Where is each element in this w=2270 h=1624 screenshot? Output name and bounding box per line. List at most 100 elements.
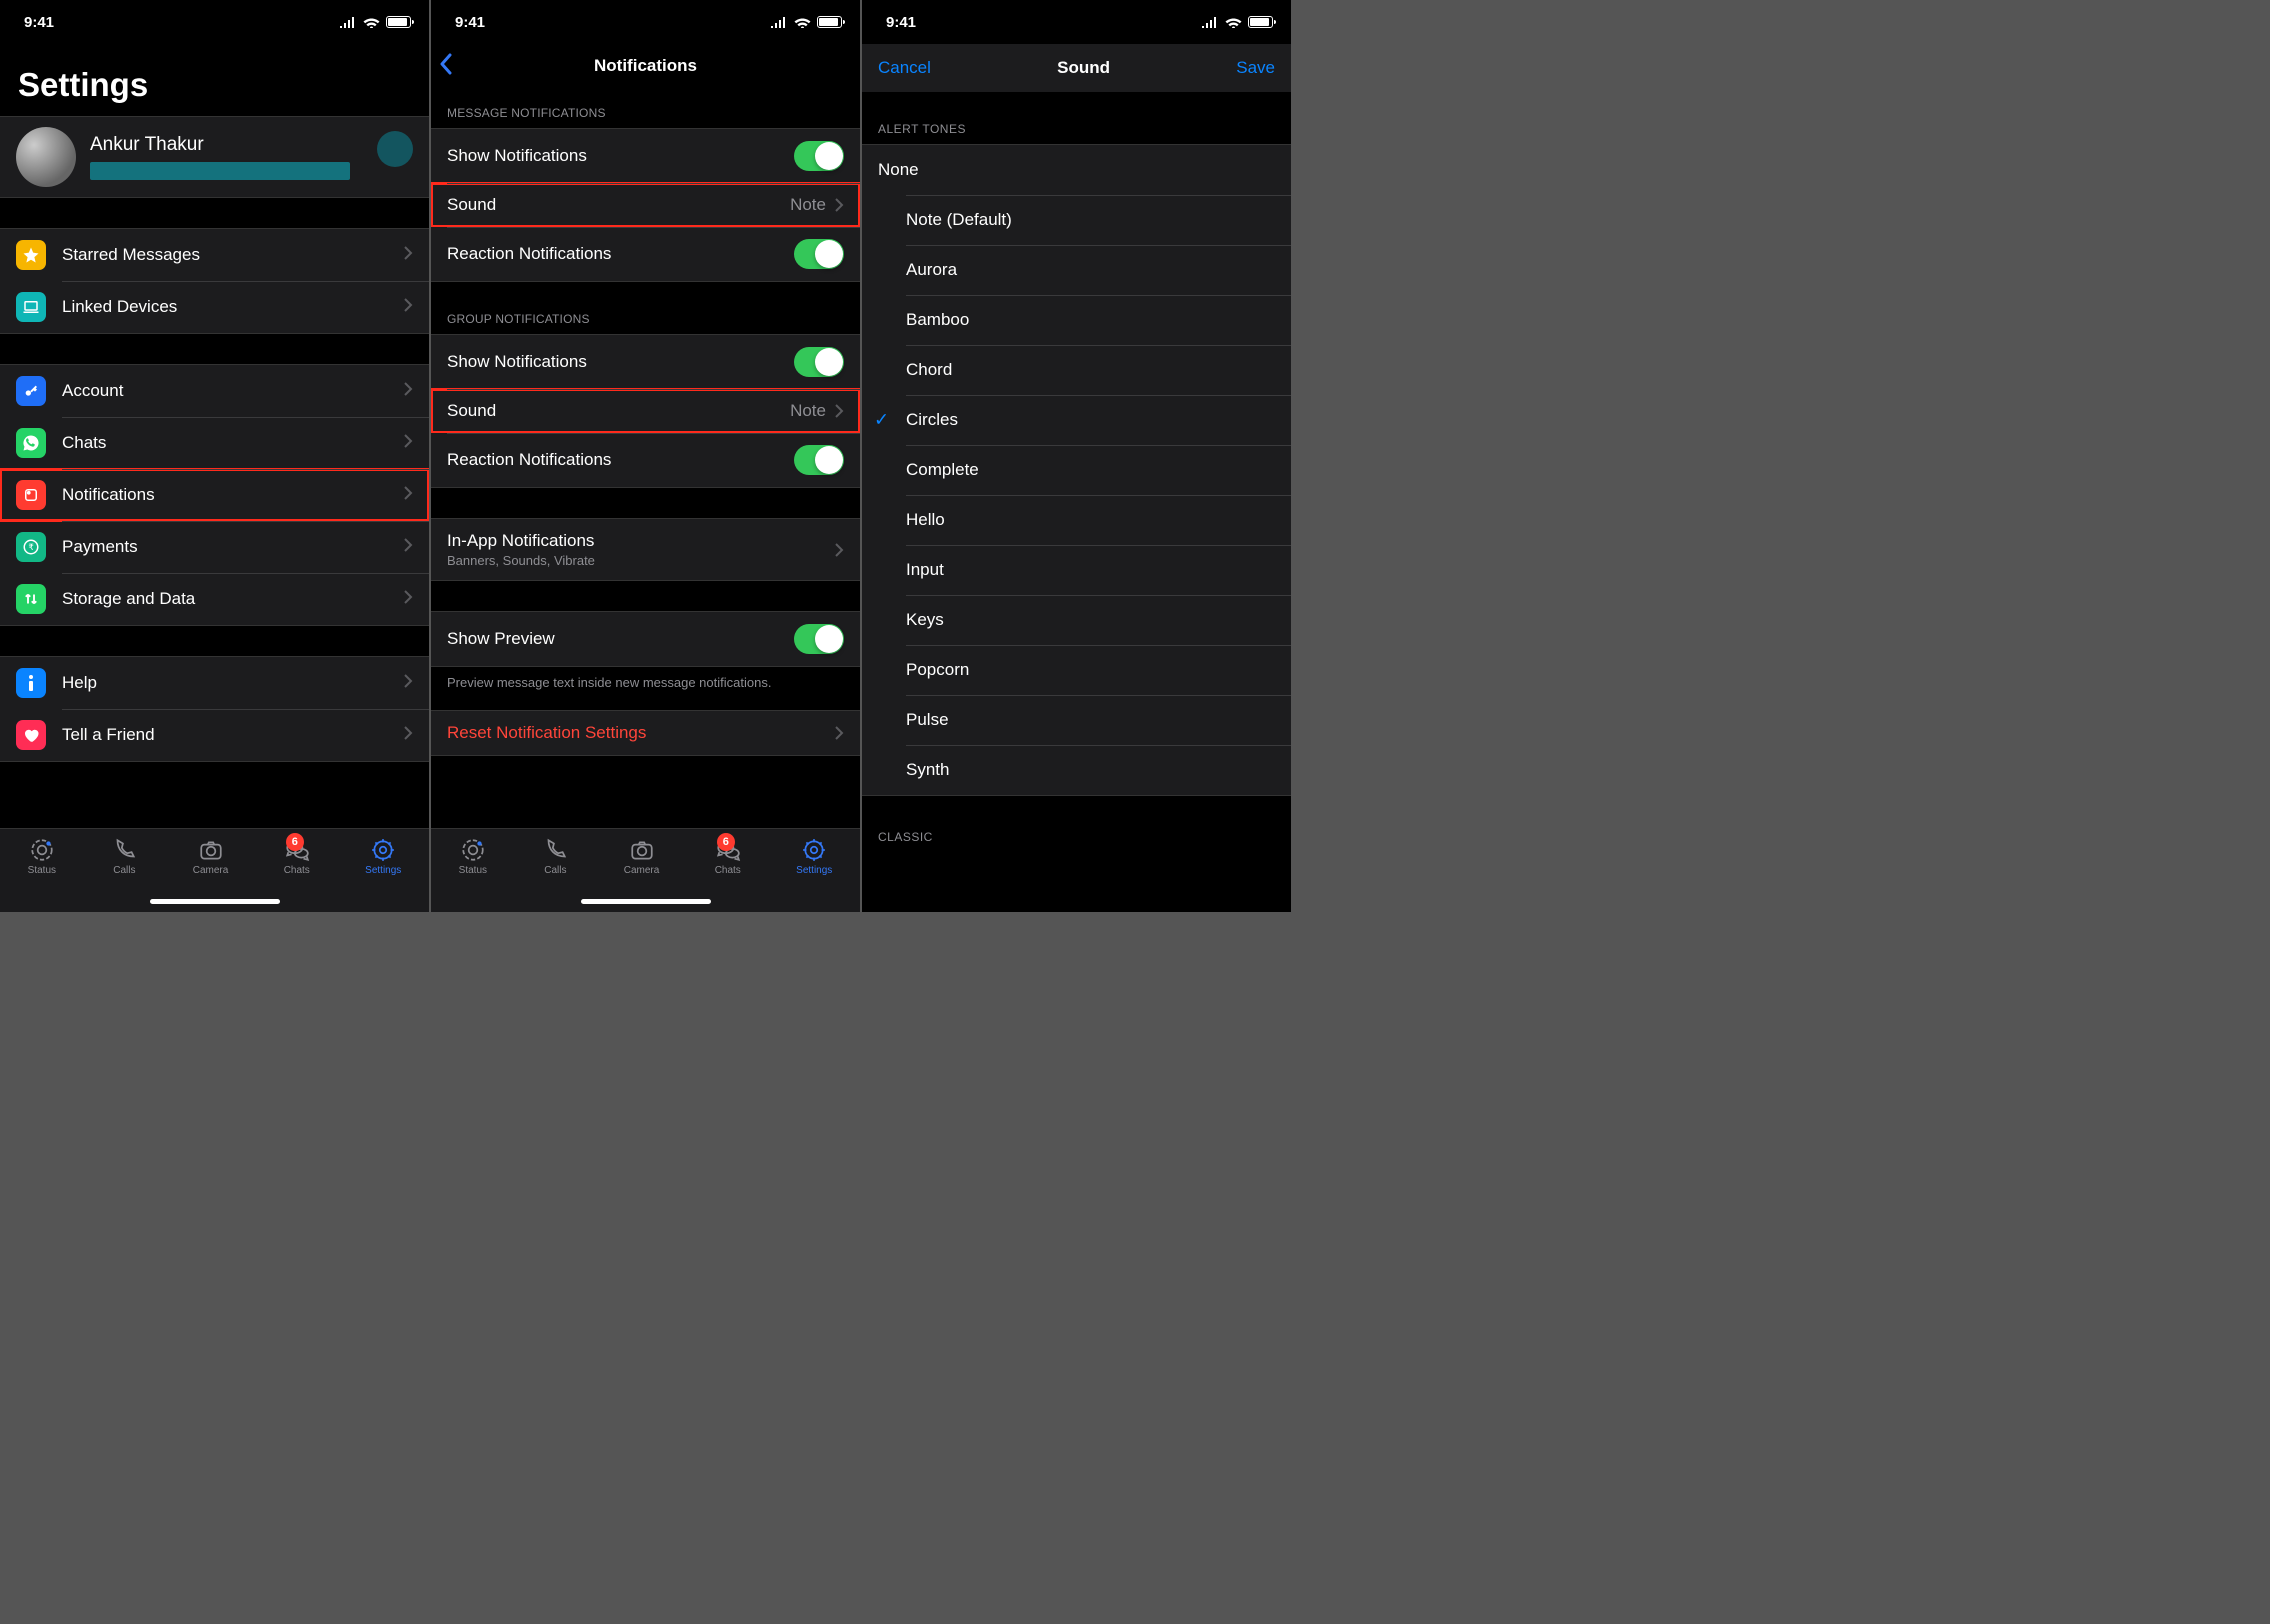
whatsapp-icon bbox=[16, 428, 46, 458]
row-tell-friend[interactable]: Tell a Friend bbox=[0, 709, 429, 761]
tone-option[interactable]: Note (Default) bbox=[862, 195, 1291, 245]
tone-option[interactable]: Input bbox=[862, 545, 1291, 595]
tone-option[interactable]: Synth bbox=[862, 745, 1291, 795]
chevron-right-icon bbox=[834, 725, 844, 741]
toggle-on[interactable] bbox=[794, 239, 844, 269]
tab-status[interactable]: Status bbox=[459, 837, 487, 912]
header-message-notifs: MESSAGE NOTIFICATIONS bbox=[431, 88, 860, 128]
battery-icon bbox=[386, 16, 411, 28]
section-main: Account Chats Notifications ₹ Payments S… bbox=[0, 364, 429, 626]
toggle-on[interactable] bbox=[794, 445, 844, 475]
row-notifications[interactable]: Notifications bbox=[0, 469, 429, 521]
toggle-on[interactable] bbox=[794, 624, 844, 654]
row-label: Show Notifications bbox=[447, 352, 587, 372]
home-indicator bbox=[150, 899, 280, 904]
laptop-icon bbox=[16, 292, 46, 322]
tone-option[interactable]: Hello bbox=[862, 495, 1291, 545]
row-starred-messages[interactable]: Starred Messages bbox=[0, 229, 429, 281]
toggle-on[interactable] bbox=[794, 347, 844, 377]
tab-settings[interactable]: Settings bbox=[365, 837, 401, 912]
row-storage[interactable]: Storage and Data bbox=[0, 573, 429, 625]
chevron-right-icon bbox=[403, 381, 413, 402]
section-help: Help Tell a Friend bbox=[0, 656, 429, 762]
tab-status[interactable]: Status bbox=[28, 837, 56, 912]
bell-icon bbox=[16, 480, 46, 510]
tone-option[interactable]: ✓Circles bbox=[862, 395, 1291, 445]
row-sound-group[interactable]: Sound Note bbox=[431, 389, 860, 433]
tones-list: NoneNote (Default) Aurora Bamboo Chord ✓Circ… bbox=[862, 144, 1291, 796]
status-bar: 9:41 bbox=[0, 0, 429, 44]
chevron-right-icon bbox=[403, 245, 413, 266]
save-button[interactable]: Save bbox=[1236, 58, 1275, 78]
row-reset-settings[interactable]: Reset Notification Settings bbox=[431, 711, 860, 755]
row-linked-devices[interactable]: Linked Devices bbox=[0, 281, 429, 333]
wifi-icon bbox=[363, 16, 380, 28]
sound-value: Note bbox=[790, 401, 826, 421]
tone-option[interactable]: Pulse bbox=[862, 695, 1291, 745]
chevron-right-icon bbox=[403, 297, 413, 318]
tab-label: Settings bbox=[796, 865, 832, 876]
row-label: Tell a Friend bbox=[62, 725, 155, 745]
row-account[interactable]: Account bbox=[0, 365, 429, 417]
svg-text:₹: ₹ bbox=[28, 543, 33, 552]
tone-option[interactable]: None bbox=[862, 145, 1291, 195]
tab-label: Status bbox=[459, 865, 487, 876]
row-label: Chats bbox=[62, 433, 106, 453]
row-chats[interactable]: Chats bbox=[0, 417, 429, 469]
tone-option[interactable]: Chord bbox=[862, 345, 1291, 395]
row-inapp-notifs[interactable]: In-App Notifications Banners, Sounds, Vi… bbox=[431, 519, 860, 580]
back-button[interactable] bbox=[439, 51, 453, 82]
chats-badge: 6 bbox=[717, 833, 735, 851]
tone-label: Chord bbox=[906, 360, 952, 379]
tone-option[interactable]: Keys bbox=[862, 595, 1291, 645]
row-label: Sound bbox=[447, 195, 496, 215]
header-alert-tones: ALERT TONES bbox=[862, 92, 1291, 144]
row-label: Storage and Data bbox=[62, 589, 195, 609]
chevron-right-icon bbox=[403, 537, 413, 558]
tab-settings[interactable]: Settings bbox=[796, 837, 832, 912]
row-show-preview[interactable]: Show Preview bbox=[431, 612, 860, 666]
chevron-right-icon bbox=[403, 673, 413, 694]
row-payments[interactable]: ₹ Payments bbox=[0, 521, 429, 573]
row-reaction-notifs-group[interactable]: Reaction Notifications bbox=[431, 433, 860, 487]
signal-icon bbox=[1201, 17, 1219, 28]
row-show-notifications-group[interactable]: Show Notifications bbox=[431, 335, 860, 389]
tone-label: Input bbox=[906, 560, 944, 579]
cancel-button[interactable]: Cancel bbox=[878, 58, 931, 78]
screen-sound-picker: 9:41 Cancel Sound Save ALERT TONES NoneN… bbox=[862, 0, 1291, 912]
nav-title: Notifications bbox=[594, 56, 697, 76]
tone-option[interactable]: Bamboo bbox=[862, 295, 1291, 345]
row-sublabel: Banners, Sounds, Vibrate bbox=[447, 553, 595, 568]
chats-badge: 6 bbox=[286, 833, 304, 851]
home-indicator bbox=[581, 899, 711, 904]
tone-option[interactable]: Complete bbox=[862, 445, 1291, 495]
page-title: Settings bbox=[0, 44, 429, 116]
row-show-notifications-msg[interactable]: Show Notifications bbox=[431, 129, 860, 183]
updown-icon bbox=[16, 584, 46, 614]
signal-icon bbox=[339, 17, 357, 28]
row-label: Notifications bbox=[62, 485, 155, 505]
row-label: Reaction Notifications bbox=[447, 450, 611, 470]
tab-label: Chats bbox=[715, 865, 741, 876]
tab-calls[interactable]: Calls bbox=[542, 837, 568, 912]
tab-chats[interactable]: 6 Chats bbox=[715, 837, 741, 912]
row-sound-msg[interactable]: Sound Note bbox=[431, 183, 860, 227]
tab-calls[interactable]: Calls bbox=[111, 837, 137, 912]
wifi-icon bbox=[794, 16, 811, 28]
tone-label: Synth bbox=[906, 760, 949, 779]
tab-label: Chats bbox=[284, 865, 310, 876]
status-bar: 9:41 bbox=[862, 0, 1291, 44]
tone-option[interactable]: Aurora bbox=[862, 245, 1291, 295]
tab-chats[interactable]: 6 Chats bbox=[284, 837, 310, 912]
row-reaction-notifs-msg[interactable]: Reaction Notifications bbox=[431, 227, 860, 281]
chevron-right-icon bbox=[403, 433, 413, 454]
toggle-on[interactable] bbox=[794, 141, 844, 171]
tab-label: Calls bbox=[544, 865, 566, 876]
header-classic: CLASSIC bbox=[862, 796, 1291, 852]
profile-row[interactable]: Ankur Thakur bbox=[0, 116, 429, 198]
tone-label: Aurora bbox=[906, 260, 957, 279]
row-label: Show Notifications bbox=[447, 146, 587, 166]
row-help[interactable]: Help bbox=[0, 657, 429, 709]
chevron-right-icon bbox=[834, 403, 844, 419]
tone-option[interactable]: Popcorn bbox=[862, 645, 1291, 695]
